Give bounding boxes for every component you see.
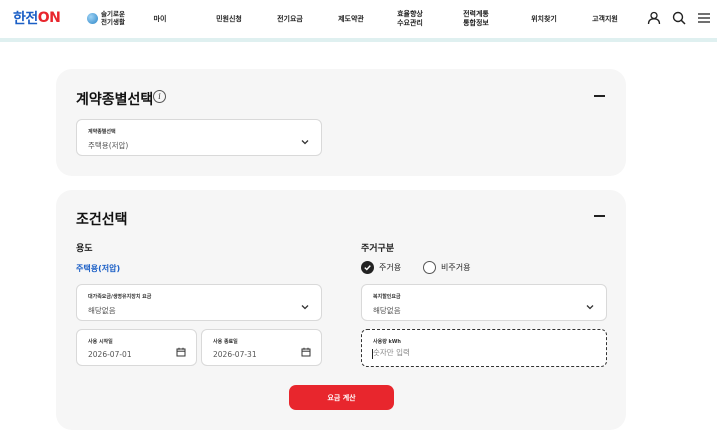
collapse-icon[interactable]: [594, 95, 605, 97]
nav-location[interactable]: 위치찾기: [520, 0, 568, 38]
chevron-down-icon: [301, 305, 309, 310]
start-date-label: 사용 시작일: [88, 339, 113, 345]
globe-icon: [87, 12, 98, 24]
condition-title: 조건선택: [76, 212, 128, 228]
info-icon[interactable]: i: [153, 90, 166, 103]
start-date-field[interactable]: 사용 시작일 2026-07-01: [76, 329, 197, 366]
contract-type-select[interactable]: 계약종별선택 주택용(저압): [76, 119, 322, 156]
nav-customer-support[interactable]: 고객지원: [581, 0, 629, 38]
user-icon[interactable]: [647, 11, 661, 25]
start-date-value: 2026-07-01: [88, 350, 132, 359]
collapse-icon[interactable]: [594, 215, 605, 217]
search-icon[interactable]: [672, 11, 686, 25]
radio-unchecked-icon: [423, 261, 436, 274]
end-date-label: 사용 종료일: [213, 339, 238, 345]
contract-type-title: 계약종별선택: [76, 92, 154, 108]
eco-line-1: 슬기로운: [101, 10, 125, 18]
logo-text-on: ON: [37, 10, 61, 26]
check-icon: [364, 265, 371, 271]
calendar-icon[interactable]: [176, 347, 186, 357]
header-divider: [0, 38, 717, 42]
radio-checked-icon: [361, 261, 374, 274]
large-family-select[interactable]: 대가족요금/생명유지장치 요금 해당없음: [76, 284, 322, 321]
radio-non-residential-label: 비주거용: [441, 263, 471, 272]
welfare-discount-label: 복지할인요금: [373, 294, 401, 300]
welfare-discount-value: 해당없음: [373, 306, 401, 315]
kwh-usage-field[interactable]: 사용량 kWh: [361, 329, 607, 367]
large-family-select-value: 해당없음: [88, 306, 116, 315]
end-date-field[interactable]: 사용 종료일 2026-07-31: [201, 329, 322, 366]
logo-text-kepco: 한전: [13, 11, 38, 27]
kepco-on-logo[interactable]: 한전 ON: [13, 9, 61, 27]
residence-type-label: 주거구분: [361, 244, 395, 254]
chevron-down-icon: [301, 140, 309, 145]
usage-value: 주택용(저압): [76, 264, 121, 273]
radio-residential[interactable]: 주거용: [361, 261, 401, 274]
contract-type-select-value: 주택용(저압): [88, 141, 129, 150]
kwh-usage-input[interactable]: [373, 348, 573, 357]
eco-line-2: 전기생활: [101, 18, 125, 26]
site-header: 한전 ON 슬기로운 전기생활 마이 민원신청 전기요금 제도약관 효율향상 수…: [0, 0, 717, 38]
usage-label: 용도: [76, 244, 93, 254]
nav-efficiency[interactable]: 효율향상 수요관리: [385, 0, 435, 38]
end-date-value: 2026-07-31: [213, 350, 257, 359]
menu-icon[interactable]: [697, 11, 711, 25]
nav-grid-info[interactable]: 전력계통 통합정보: [451, 0, 501, 38]
nav-system-terms[interactable]: 제도약관: [327, 0, 375, 38]
welfare-discount-select[interactable]: 복지할인요금 해당없음: [361, 284, 607, 321]
calculate-rate-button[interactable]: 요금 계산: [289, 385, 394, 410]
smart-electricity-link[interactable]: 슬기로운 전기생활: [87, 10, 125, 26]
radio-non-residential[interactable]: 비주거용: [423, 261, 470, 274]
calendar-icon[interactable]: [301, 347, 311, 357]
chevron-down-icon: [586, 305, 594, 310]
nav-civil-request[interactable]: 민원신청: [205, 0, 253, 38]
large-family-select-label: 대가족요금/생명유지장치 요금: [88, 294, 152, 300]
contract-type-card: 계약종별선택 i 계약종별선택 주택용(저압): [56, 69, 626, 176]
contract-type-select-label: 계약종별선택: [88, 129, 116, 135]
radio-residential-label: 주거용: [379, 263, 402, 272]
kwh-usage-label: 사용량 kWh: [373, 339, 401, 345]
nav-my[interactable]: 마이: [140, 0, 180, 38]
nav-electric-rates[interactable]: 전기요금: [266, 0, 314, 38]
